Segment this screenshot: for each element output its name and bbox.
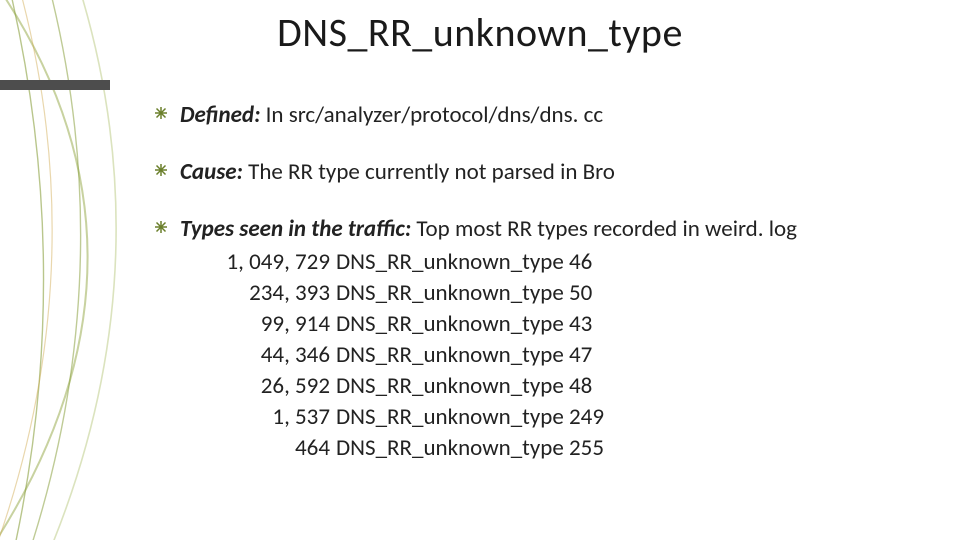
list-item: 26, 592 DNS_RR_unknown_type 48 <box>180 371 920 402</box>
accent-bar <box>0 80 110 90</box>
rr-label: DNS_RR_unknown_type 47 <box>336 340 592 371</box>
rr-count: 44, 346 <box>180 340 336 371</box>
list-item: 1, 537 DNS_RR_unknown_type 249 <box>180 402 920 433</box>
list-item: 1, 049, 729 DNS_RR_unknown_type 46 <box>180 247 920 278</box>
rr-count: 1, 537 <box>180 402 336 433</box>
list-item: 44, 346 DNS_RR_unknown_type 47 <box>180 340 920 371</box>
slide: DNS_RR_unknown_type Defined: In src/anal… <box>0 0 960 540</box>
bullet-label: Types seen in the traffic: <box>180 215 411 243</box>
bullet-icon <box>152 218 170 236</box>
slide-title: DNS_RR_unknown_type <box>0 8 960 57</box>
rr-type-list: 1, 049, 729 DNS_RR_unknown_type 46 234, … <box>180 247 920 464</box>
list-item: 464 DNS_RR_unknown_type 255 <box>180 433 920 464</box>
rr-label: DNS_RR_unknown_type 46 <box>336 247 592 278</box>
bullet-types: Types seen in the traffic: Top most RR t… <box>152 214 920 464</box>
rr-label: DNS_RR_unknown_type 50 <box>336 278 592 309</box>
bullet-icon <box>152 161 170 179</box>
bullet-text: In src/analyzer/protocol/dns/dns. cc <box>260 101 603 129</box>
rr-label: DNS_RR_unknown_type 249 <box>336 402 604 433</box>
content-area: Defined: In src/analyzer/protocol/dns/dn… <box>152 100 920 464</box>
bullet-cause: Cause: The RR type currently not parsed … <box>152 157 920 188</box>
list-item: 234, 393 DNS_RR_unknown_type 50 <box>180 278 920 309</box>
rr-count: 234, 393 <box>180 278 336 309</box>
rr-count: 464 <box>180 433 336 464</box>
bullet-label: Defined: <box>180 101 260 129</box>
bullet-text: Top most RR types recorded in weird. log <box>411 215 797 243</box>
bullet-label: Cause: <box>180 158 243 186</box>
rr-count: 1, 049, 729 <box>180 247 336 278</box>
rr-label: DNS_RR_unknown_type 43 <box>336 309 592 340</box>
bullet-text: The RR type currently not parsed in Bro <box>243 158 615 186</box>
bullet-icon <box>152 104 170 122</box>
rr-count: 26, 592 <box>180 371 336 402</box>
bullet-defined: Defined: In src/analyzer/protocol/dns/dn… <box>152 100 920 131</box>
rr-label: DNS_RR_unknown_type 48 <box>336 371 592 402</box>
rr-label: DNS_RR_unknown_type 255 <box>336 433 604 464</box>
list-item: 99, 914 DNS_RR_unknown_type 43 <box>180 309 920 340</box>
rr-count: 99, 914 <box>180 309 336 340</box>
